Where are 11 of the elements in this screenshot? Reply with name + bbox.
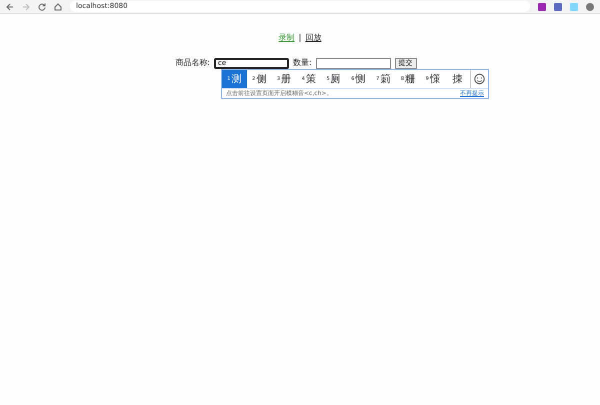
field-label: 商品名称: — [175, 57, 210, 69]
nav-link[interactable]: 录制 — [278, 32, 295, 44]
profile-icon[interactable] — [586, 2, 594, 10]
reload-icon[interactable] — [38, 2, 46, 10]
nav-link[interactable]: 回放 — [305, 32, 322, 44]
candidate[interactable]: 拺 — [445, 70, 470, 88]
quantity-field[interactable] — [316, 58, 391, 68]
field-label: 数量: — [293, 57, 312, 69]
separator: | — [298, 32, 302, 44]
home-icon[interactable] — [54, 2, 62, 10]
back-icon[interactable] — [6, 2, 14, 10]
